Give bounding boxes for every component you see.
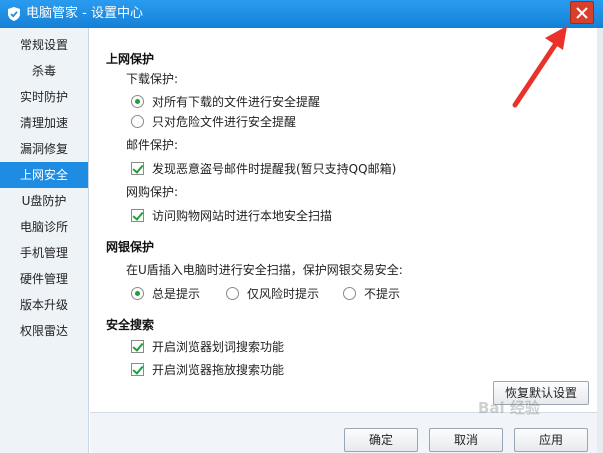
checkbox-label: 发现恶意盗号邮件时提醒我(暂只支持QQ邮箱) — [152, 162, 397, 176]
sidebar-item-pc-clinic[interactable]: 电脑诊所 — [0, 214, 88, 240]
checkbox-mail-alert[interactable]: 发现恶意盗号邮件时提醒我(暂只支持QQ邮箱) — [131, 160, 396, 177]
radio-bank-never[interactable]: 不提示 — [343, 285, 400, 302]
cancel-button[interactable]: 取消 — [429, 428, 503, 452]
checkbox-drag-search[interactable]: 开启浏览器拖放搜索功能 — [131, 361, 284, 378]
section-heading-safe-search: 安全搜索 — [106, 318, 155, 332]
radio-download-all[interactable]: 对所有下载的文件进行安全提醒 — [131, 93, 320, 110]
mail-protection-label: 邮件保护: — [126, 138, 179, 152]
checkbox-checked[interactable] — [131, 363, 144, 376]
radio-unselected[interactable] — [343, 287, 356, 300]
sidebar-item-upgrade[interactable]: 版本升级 — [0, 292, 88, 318]
radio-download-danger[interactable]: 只对危险文件进行安全提醒 — [131, 113, 296, 130]
radio-label: 只对危险文件进行安全提醒 — [152, 115, 297, 129]
checkbox-shopping-scan[interactable]: 访问购物网站时进行本地安全扫描 — [131, 207, 332, 224]
bank-protection-description: 在U盾插入电脑时进行安全扫描，保护网银交易安全: — [126, 263, 403, 277]
scrollbar[interactable] — [597, 28, 603, 453]
radio-bank-risk-only[interactable]: 仅风险时提示 — [226, 285, 319, 302]
sidebar-item-cleanup[interactable]: 清理加速 — [0, 110, 88, 136]
sidebar-item-vulnerability[interactable]: 漏洞修复 — [0, 136, 88, 162]
sidebar-item-permission-radar[interactable]: 权限雷达 — [0, 318, 88, 344]
sidebar-item-usb-protection[interactable]: U盘防护 — [0, 188, 88, 214]
sidebar-item-general[interactable]: 常规设置 — [0, 32, 88, 58]
annotation-arrow-icon — [512, 26, 567, 108]
shield-icon — [8, 7, 20, 21]
apply-button[interactable]: 应用 — [514, 428, 588, 452]
checkbox-checked[interactable] — [131, 162, 144, 175]
sidebar: 常规设置 杀毒 实时防护 清理加速 漏洞修复 上网安全 U盘防护 电脑诊所 手机… — [0, 28, 89, 453]
sidebar-item-hardware[interactable]: 硬件管理 — [0, 266, 88, 292]
checkbox-word-search[interactable]: 开启浏览器划词搜索功能 — [131, 338, 284, 355]
checkbox-label: 访问购物网站时进行本地安全扫描 — [152, 209, 333, 223]
shopping-protection-label: 网购保护: — [126, 185, 179, 199]
sidebar-item-realtime-protection[interactable]: 实时防护 — [0, 84, 88, 110]
download-protection-label: 下载保护: — [126, 72, 179, 86]
radio-label: 仅风险时提示 — [247, 287, 320, 301]
watermark: Bai 经验 — [478, 399, 540, 417]
section-heading-bank-protection: 网银保护 — [106, 240, 155, 254]
checkbox-label: 开启浏览器划词搜索功能 — [152, 340, 285, 354]
radio-label: 不提示 — [364, 287, 401, 301]
radio-selected[interactable] — [131, 287, 144, 300]
checkbox-label: 开启浏览器拖放搜索功能 — [152, 363, 285, 377]
section-heading-internet-protection: 上网保护 — [106, 52, 155, 66]
checkbox-checked[interactable] — [131, 209, 144, 222]
sidebar-item-phone[interactable]: 手机管理 — [0, 240, 88, 266]
radio-unselected[interactable] — [131, 115, 144, 128]
checkbox-checked[interactable] — [131, 340, 144, 353]
ok-button[interactable]: 确定 — [344, 428, 418, 452]
radio-label: 对所有下载的文件进行安全提醒 — [152, 95, 321, 109]
window-title: 电脑管家 - 设置中心 — [26, 6, 143, 21]
sidebar-item-antivirus[interactable]: 杀毒 — [0, 58, 88, 84]
radio-selected[interactable] — [131, 95, 144, 108]
sidebar-item-internet-security[interactable]: 上网安全 — [0, 162, 88, 188]
radio-unselected[interactable] — [226, 287, 239, 300]
radio-bank-always[interactable]: 总是提示 — [131, 285, 200, 302]
radio-label: 总是提示 — [152, 287, 201, 301]
close-icon — [576, 6, 588, 19]
